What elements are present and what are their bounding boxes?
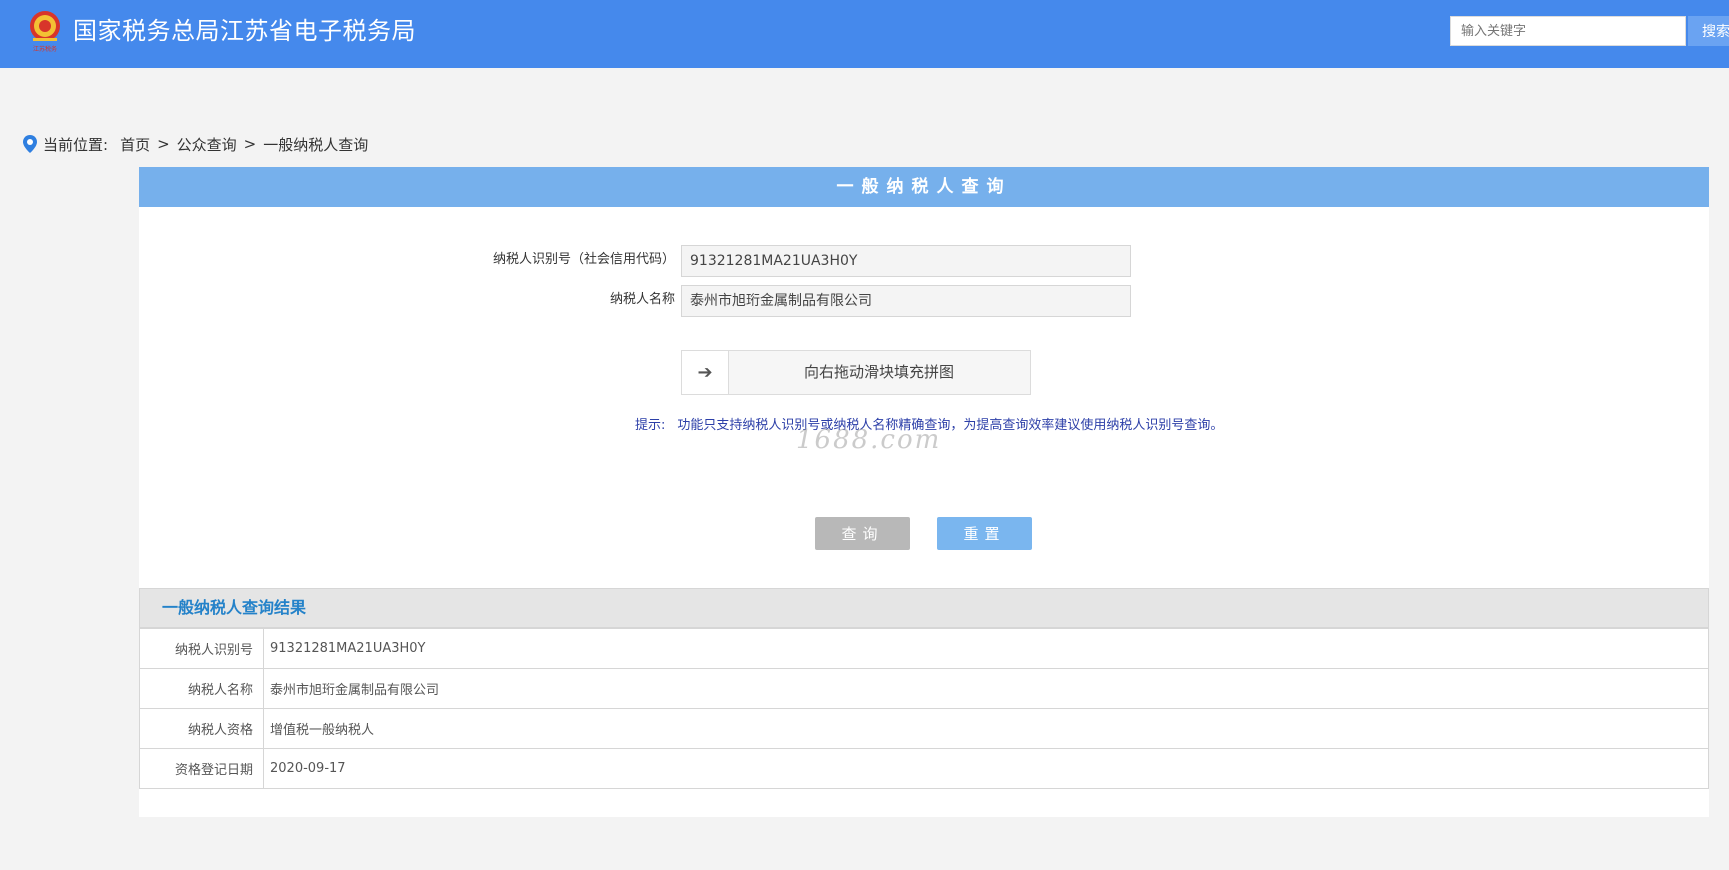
- taxpayer-name-label: 纳税人名称: [609, 292, 675, 307]
- result-key: 纳税人识别号: [139, 628, 264, 669]
- logo-caption: 江苏税务: [33, 45, 57, 53]
- result-value: 91321281MA21UA3H0Y: [263, 628, 1709, 669]
- hint-text: 功能只支持纳税人识别号或纳税人名称精确查询，为提高查询效率建议使用纳税人识别号查…: [677, 418, 1224, 433]
- table-row: 资格登记日期 2020-09-17: [139, 748, 1709, 789]
- top-header: 江苏税务 国家税务总局江苏省电子税务局 搜索: [0, 0, 1729, 68]
- result-value: 增值税一般纳税人: [263, 708, 1709, 749]
- hint-label: 提示:: [635, 418, 666, 433]
- breadcrumb: 当前位置: 首页 > 公众查询 > 一般纳税人查询: [22, 132, 368, 156]
- slider-instruction: 向右拖动滑块填充拼图: [803, 363, 954, 381]
- query-button[interactable]: 查询: [815, 517, 910, 550]
- breadcrumb-item-public-query[interactable]: 公众查询: [177, 134, 237, 155]
- location-pin-icon: [23, 135, 37, 153]
- breadcrumb-item-home[interactable]: 首页: [120, 134, 150, 155]
- search-input[interactable]: [1450, 16, 1686, 46]
- result-key: 纳税人名称: [139, 668, 264, 709]
- breadcrumb-separator: >: [157, 135, 170, 153]
- panel-title: 一般纳税人查询: [139, 167, 1709, 207]
- result-key: 纳税人资格: [139, 708, 264, 749]
- table-row: 纳税人识别号 91321281MA21UA3H0Y: [139, 628, 1709, 669]
- result-table: 纳税人识别号 91321281MA21UA3H0Y 纳税人名称 泰州市旭珩金属制…: [139, 628, 1709, 789]
- captcha-slider[interactable]: ➔ 向右拖动滑块填充拼图: [681, 350, 1031, 395]
- result-value: 泰州市旭珩金属制品有限公司: [263, 668, 1709, 709]
- tax-emblem-logo[interactable]: 江苏税务: [26, 8, 64, 54]
- search-button[interactable]: 搜索: [1688, 16, 1729, 46]
- site-title[interactable]: 国家税务总局江苏省电子税务局: [73, 14, 416, 48]
- taxpayer-name-field[interactable]: 泰州市旭珩金属制品有限公司: [681, 285, 1131, 317]
- table-row: 纳税人资格 增值税一般纳税人: [139, 708, 1709, 749]
- slider-handle[interactable]: ➔: [682, 351, 729, 394]
- arrow-right-icon: ➔: [697, 362, 713, 383]
- watermark: 1688.com: [796, 425, 942, 455]
- taxpayer-id-label: 纳税人识别号（社会信用代码）: [492, 252, 675, 267]
- breadcrumb-label: 当前位置:: [43, 135, 109, 154]
- query-panel: 一般纳税人查询 纳税人识别号（社会信用代码） 91321281MA21UA3H0…: [139, 167, 1709, 817]
- breadcrumb-item-current: 一般纳税人查询: [263, 135, 369, 154]
- result-title: 一般纳税人查询结果: [139, 588, 1709, 628]
- result-value: 2020-09-17: [263, 748, 1709, 789]
- table-row: 纳税人名称 泰州市旭珩金属制品有限公司: [139, 668, 1709, 709]
- breadcrumb-separator: >: [243, 135, 257, 153]
- taxpayer-id-field[interactable]: 91321281MA21UA3H0Y: [681, 245, 1131, 277]
- reset-button[interactable]: 重置: [937, 517, 1032, 550]
- result-key: 资格登记日期: [139, 748, 264, 789]
